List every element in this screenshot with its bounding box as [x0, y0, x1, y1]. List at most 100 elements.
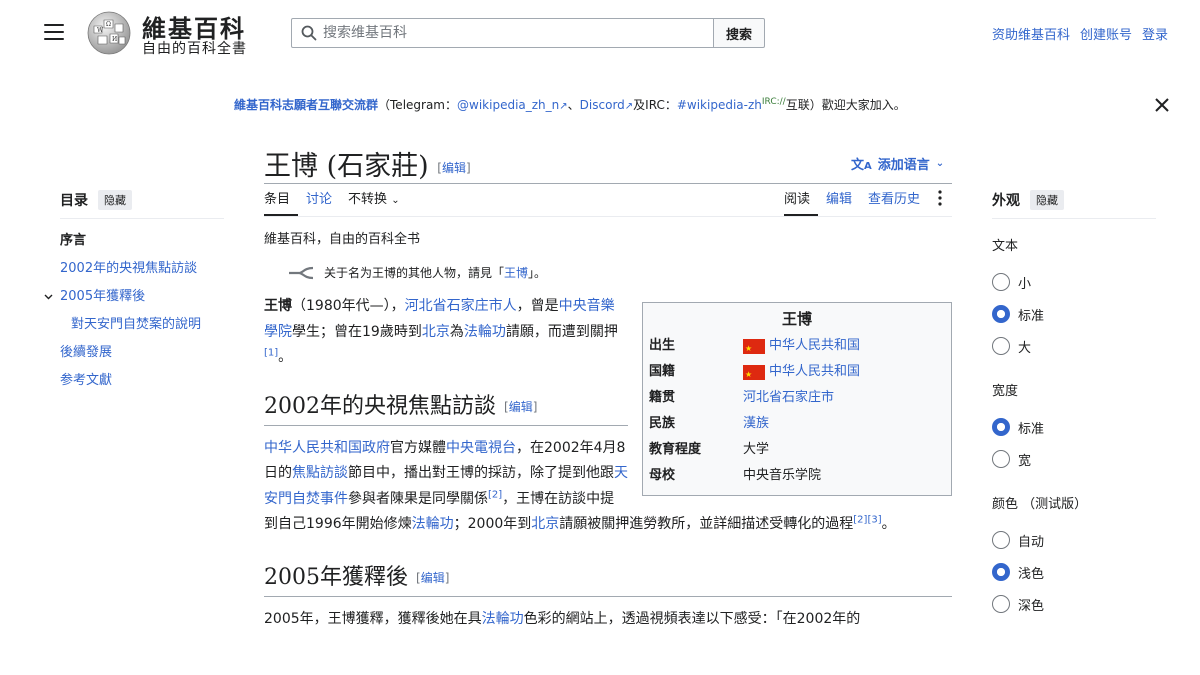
toc-title: 目录	[60, 193, 88, 209]
search-box[interactable]	[291, 18, 714, 48]
color-auto[interactable]: 自动	[992, 524, 1156, 556]
more-options-icon[interactable]	[928, 190, 952, 210]
irc-link[interactable]: #wikipedia-zh	[677, 98, 762, 112]
main-menu-icon[interactable]	[44, 24, 64, 42]
infobox-value-link[interactable]: 中华人民共和国	[769, 359, 860, 385]
text-size-standard[interactable]: 标准	[992, 298, 1156, 330]
chevron-down-icon[interactable]	[42, 283, 54, 311]
article-link[interactable]: 北京	[422, 324, 450, 340]
width-standard[interactable]: 标准	[992, 411, 1156, 443]
irc-sup: IRC://	[761, 97, 786, 107]
telegram-link[interactable]: @wikipedia_zh_n	[457, 98, 559, 112]
disambiguation-icon	[289, 266, 314, 279]
site-notice-banner: 維基百科志願者互聯交流群（Telegram：@wikipedia_zh_n↗、D…	[234, 96, 964, 113]
section-heading: 2002年的央視焦點訪談 [编辑]	[264, 391, 628, 426]
infobox-row: 母校 中央音乐学院	[649, 463, 945, 489]
text-size-large[interactable]: 大	[992, 330, 1156, 362]
infobox-row: 出生 中华人民共和国	[649, 333, 945, 362]
login-link[interactable]: 登录	[1142, 24, 1168, 43]
infobox-row: 籍贯 河北省石家庄市	[649, 385, 945, 411]
toc-hide-button[interactable]: 隐藏	[98, 190, 132, 210]
add-languages-button[interactable]: 文A 添加语言 ⌄	[851, 154, 944, 173]
infobox-value-link[interactable]: 中华人民共和国	[769, 333, 860, 359]
appearance-panel: 外观 隐藏 文本 小 标准 大 宽度 标准 宽 颜色 （测试版） 自动 浅色 深…	[992, 190, 1156, 620]
reference-link[interactable]: [3]	[867, 514, 881, 525]
section-edit-link[interactable]: 编辑	[509, 400, 533, 414]
color-light[interactable]: 浅色	[992, 556, 1156, 588]
toc-item-followup[interactable]: 後續發展	[60, 339, 224, 367]
width-wide[interactable]: 宽	[992, 443, 1156, 475]
radio-selected-icon[interactable]	[992, 305, 1010, 323]
appearance-title: 外观	[992, 193, 1020, 209]
color-label: 颜色 （测试版）	[992, 497, 1088, 512]
banner-text: （Telegram：	[378, 98, 458, 112]
hatnote: 关于名为王博的其他人物，請見「王博」。	[288, 264, 546, 281]
article-link[interactable]: 法輪功	[464, 324, 506, 340]
infobox-value-link[interactable]: 河北省石家庄市	[743, 385, 834, 411]
tab-edit[interactable]: 编辑	[818, 190, 860, 216]
banner-text: 、	[567, 98, 580, 112]
reference-link[interactable]: [2]	[488, 489, 502, 500]
article-link[interactable]: 北京	[531, 516, 559, 532]
reference-link[interactable]: [2]	[853, 514, 867, 525]
toc-item-tiananmen[interactable]: 對天安門自焚案的說明	[60, 311, 224, 339]
article-link[interactable]: 中央電視台	[446, 440, 516, 456]
radio-icon[interactable]	[992, 595, 1010, 613]
article-link[interactable]: 法輪功	[412, 516, 454, 532]
infobox-title: 王博	[781, 310, 812, 328]
tab-read[interactable]: 阅读	[783, 190, 818, 216]
search-button[interactable]: 搜索	[713, 18, 765, 48]
radio-selected-icon[interactable]	[992, 418, 1010, 436]
radio-icon[interactable]	[992, 450, 1010, 468]
language-icon: 文A	[851, 158, 872, 173]
radio-icon[interactable]	[992, 531, 1010, 549]
option-label: 浅色	[1018, 566, 1045, 582]
toc-item-2002[interactable]: 2002年的央視焦點訪談	[60, 255, 224, 283]
article-content: 王博 出生中华人民共和国 国籍中华人民共和国 籍贯河北省石家庄市 民族 漢族 教育…	[264, 294, 952, 632]
appearance-header: 外观 隐藏	[992, 190, 1156, 219]
view-tabs: 阅读 编辑 查看历史	[783, 190, 952, 217]
toc-item-2005[interactable]: 2005年獲釋後	[60, 283, 224, 311]
variant-label: 不转换	[348, 192, 388, 207]
infobox-key: 民族	[649, 416, 676, 431]
chevron-down-icon: ⌄	[391, 195, 400, 206]
infobox-value-link[interactable]: 漢族	[743, 411, 769, 437]
discord-link[interactable]: Discord	[580, 98, 625, 112]
table-of-contents: 目录 隐藏 序言 2002年的央視焦點訪談 2005年獲釋後 對天安門自焚案的說…	[44, 190, 224, 395]
article-link[interactable]: 中华人民共和国政府	[264, 440, 390, 456]
article-link[interactable]: 河北省石家庄市人	[405, 298, 517, 314]
article-link[interactable]: 法輪功	[482, 611, 524, 627]
china-flag-icon[interactable]	[743, 336, 765, 362]
appearance-hide-button[interactable]: 隐藏	[1030, 190, 1064, 210]
section-edit-link[interactable]: 编辑	[421, 571, 445, 585]
article-link[interactable]: 焦點訪談	[292, 465, 348, 481]
wikipedia-globe-icon[interactable]: W Ω И	[84, 10, 134, 56]
infobox-row: 国籍 中华人民共和国	[649, 359, 945, 388]
tab-variant[interactable]: 不转换 ⌄	[340, 190, 408, 216]
toc-item-references[interactable]: 参考文獻	[60, 367, 224, 395]
search-input[interactable]	[323, 20, 713, 46]
tab-article[interactable]: 条目	[264, 190, 299, 216]
volunteer-group-link[interactable]: 維基百科志願者互聯交流群	[234, 98, 378, 112]
hatnote-link[interactable]: 王博	[504, 266, 528, 280]
toc-item-intro[interactable]: 序言	[60, 227, 224, 255]
radio-icon[interactable]	[992, 273, 1010, 291]
option-label: 宽	[1018, 453, 1032, 469]
infobox-key: 教育程度	[649, 442, 702, 457]
reference-link[interactable]: [1]	[264, 347, 278, 358]
color-dark[interactable]: 深色	[992, 588, 1156, 620]
infobox-row: 民族 漢族	[649, 411, 945, 437]
close-icon[interactable]	[1153, 96, 1171, 114]
create-account-link[interactable]: 创建账号	[1080, 24, 1132, 43]
title-edit-link[interactable]: 编辑	[442, 161, 466, 175]
text-size-small[interactable]: 小	[992, 266, 1156, 298]
radio-icon[interactable]	[992, 337, 1010, 355]
option-label: 标准	[1018, 308, 1045, 324]
china-flag-icon[interactable]	[743, 362, 765, 388]
tab-talk[interactable]: 讨论	[298, 190, 340, 216]
tab-history[interactable]: 查看历史	[860, 190, 928, 216]
hatnote-text: 关于名为王博的其他人物，請見「	[324, 266, 505, 280]
radio-selected-icon[interactable]	[992, 563, 1010, 581]
infobox-value: 中央音乐学院	[743, 468, 822, 483]
donate-link[interactable]: 资助维基百科	[992, 24, 1070, 43]
